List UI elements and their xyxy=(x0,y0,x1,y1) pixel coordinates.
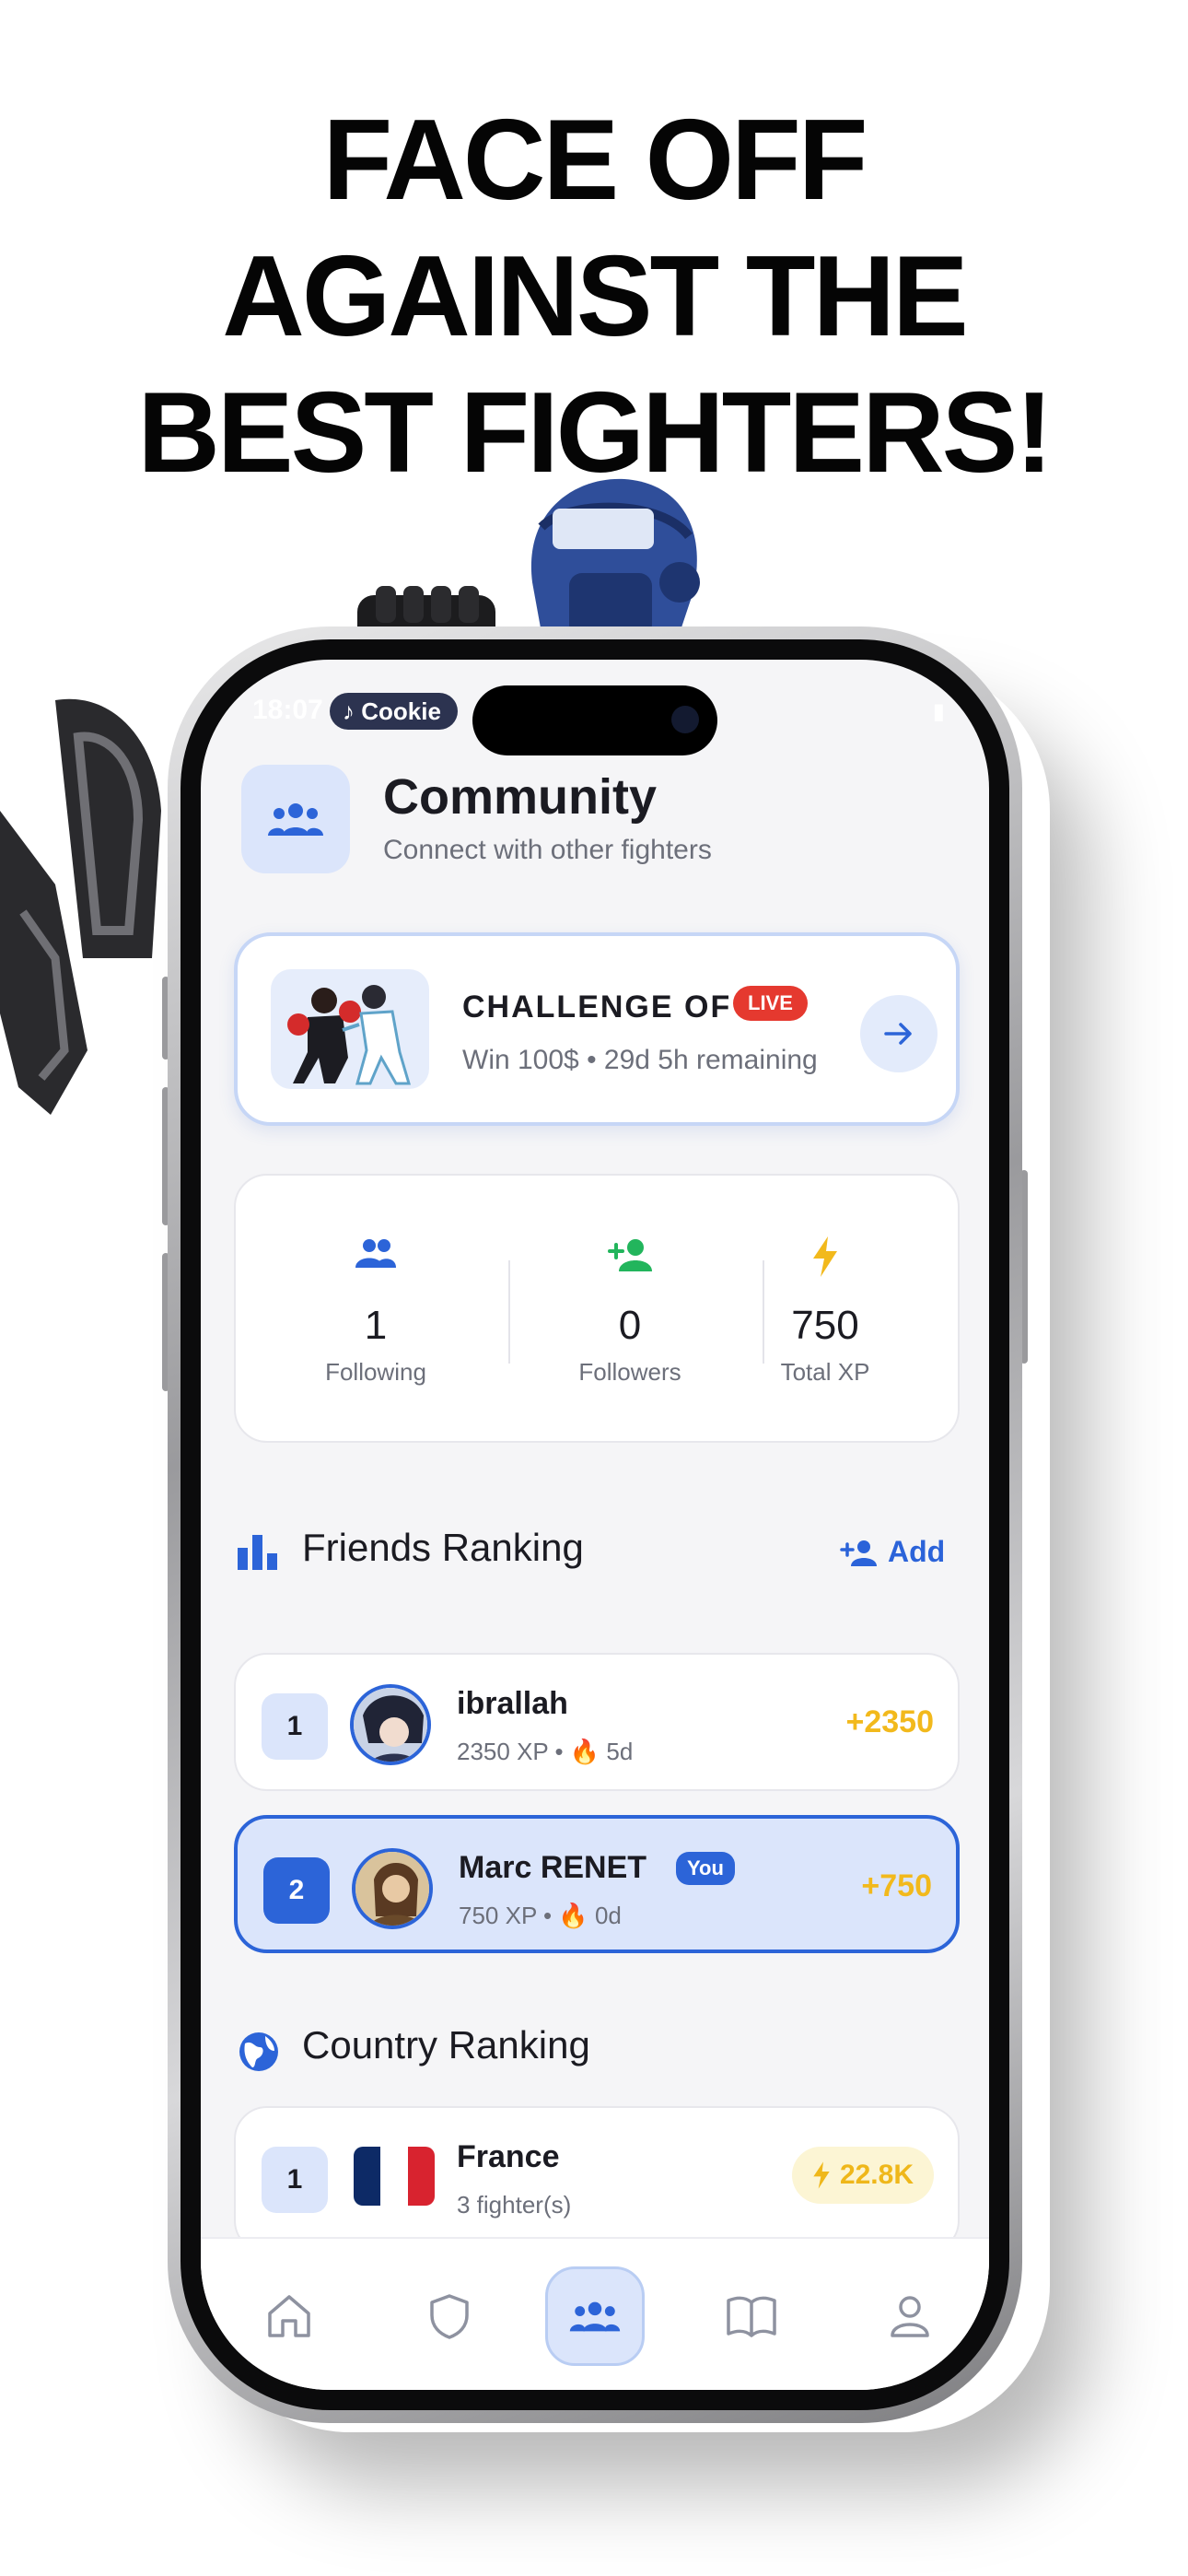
friend-points: +2350 xyxy=(845,1704,935,1739)
tab-bar xyxy=(201,2237,989,2390)
music-note-icon: ♪ xyxy=(343,697,362,725)
tab-home[interactable] xyxy=(239,2266,339,2366)
battery-icon: ▮ xyxy=(932,699,945,724)
challenge-card[interactable]: CHALLENGE OF ... LIVE Win 100$ • 29d 5h … xyxy=(234,932,960,1126)
add-friend-button[interactable]: Add xyxy=(840,1535,945,1569)
people-icon xyxy=(355,1239,396,1268)
following-count: 1 xyxy=(364,1303,388,1348)
profile-icon xyxy=(891,2296,929,2337)
stats-card: 1 Following 0 Followers 750 Total XP xyxy=(234,1174,960,1443)
tab-training[interactable] xyxy=(400,2266,499,2366)
avatar xyxy=(350,1684,431,1765)
country-xp-badge: 22.8K xyxy=(791,2147,934,2204)
camera-icon xyxy=(671,706,699,733)
live-badge: LIVE xyxy=(733,986,808,1021)
book-icon xyxy=(727,2296,776,2337)
challenge-subtitle: Win 100$ • 29d 5h remaining xyxy=(462,1045,818,1075)
friend-stats: 2350 XP • 🔥 5d xyxy=(457,1738,634,1765)
app-screen: 18:07 ♪ Cookie ▮ Community Connect with … xyxy=(201,660,989,2390)
person-add-icon xyxy=(840,1540,877,1566)
shield-icon xyxy=(430,2294,469,2339)
people-group-icon xyxy=(268,803,323,836)
france-flag-icon xyxy=(354,2147,435,2206)
headline-line-1: FACE OFF xyxy=(322,97,868,224)
challenge-open-button[interactable] xyxy=(860,995,938,1072)
home-icon xyxy=(268,2295,310,2337)
country-row[interactable]: 1 France 3 fighter(s) 22.8K xyxy=(234,2106,960,2254)
country-xp: 22.8K xyxy=(839,2160,914,2190)
headline: FACE OFF AGAINST THE BEST FIGHTERS! xyxy=(0,92,1188,501)
friend-name: ibrallah xyxy=(457,1686,568,1721)
status-time: 18:07 xyxy=(252,695,323,725)
rank-number: 2 xyxy=(263,1857,330,1924)
pill-label: Cookie xyxy=(361,697,441,725)
stat-total-xp: 750 Total XP xyxy=(705,1176,945,1445)
page-subtitle: Connect with other fighters xyxy=(383,835,712,865)
fighters-illustration xyxy=(287,985,412,1085)
community-icon xyxy=(569,2301,621,2332)
community-header-icon xyxy=(241,765,350,873)
rank-number: 1 xyxy=(262,1693,328,1760)
friend-row[interactable]: 1 ibrallah 2350 XP • 🔥 5d +2350 xyxy=(234,1653,960,1791)
tab-community[interactable] xyxy=(545,2266,645,2366)
total-xp-value: 750 xyxy=(791,1303,859,1348)
tab-library[interactable] xyxy=(702,2266,801,2366)
page-title: Community xyxy=(383,769,657,825)
now-playing-pill[interactable]: ♪ Cookie xyxy=(330,693,458,730)
arrow-right-icon xyxy=(884,1023,912,1045)
headguard-illustration xyxy=(530,478,700,638)
challenge-thumbnail xyxy=(271,969,429,1089)
avatar xyxy=(352,1848,433,1929)
bolt-icon xyxy=(813,2161,830,2189)
challenge-title: CHALLENGE OF ... xyxy=(462,989,774,1025)
dynamic-island xyxy=(472,685,717,755)
globe-icon xyxy=(239,2032,278,2071)
country-fighters: 3 fighter(s) xyxy=(457,2191,572,2219)
friend-stats: 750 XP • 🔥 0d xyxy=(459,1902,622,1929)
person-add-icon xyxy=(608,1239,652,1271)
friend-points: +750 xyxy=(861,1868,932,1903)
you-badge: You xyxy=(676,1852,735,1885)
stat-following[interactable]: 1 Following xyxy=(256,1176,495,1445)
add-label: Add xyxy=(888,1535,946,1568)
friend-row-current-user[interactable]: 2 Marc RENET You 750 XP • 🔥 0d +750 xyxy=(234,1815,960,1953)
country-name: France xyxy=(457,2139,560,2174)
friends-ranking-title: Friends Ranking xyxy=(302,1526,584,1569)
tab-profile[interactable] xyxy=(860,2266,960,2366)
total-xp-label: Total XP xyxy=(780,1358,870,1386)
friend-name: Marc RENET xyxy=(459,1850,647,1885)
rank-number: 1 xyxy=(262,2147,328,2213)
headline-line-2: AGAINST THE xyxy=(222,233,968,360)
bar-chart-icon xyxy=(238,1535,277,1570)
bolt-icon xyxy=(813,1236,837,1277)
shin-guard-illustration xyxy=(0,698,161,1115)
country-ranking-title: Country Ranking xyxy=(302,2023,590,2067)
following-label: Following xyxy=(325,1358,426,1386)
